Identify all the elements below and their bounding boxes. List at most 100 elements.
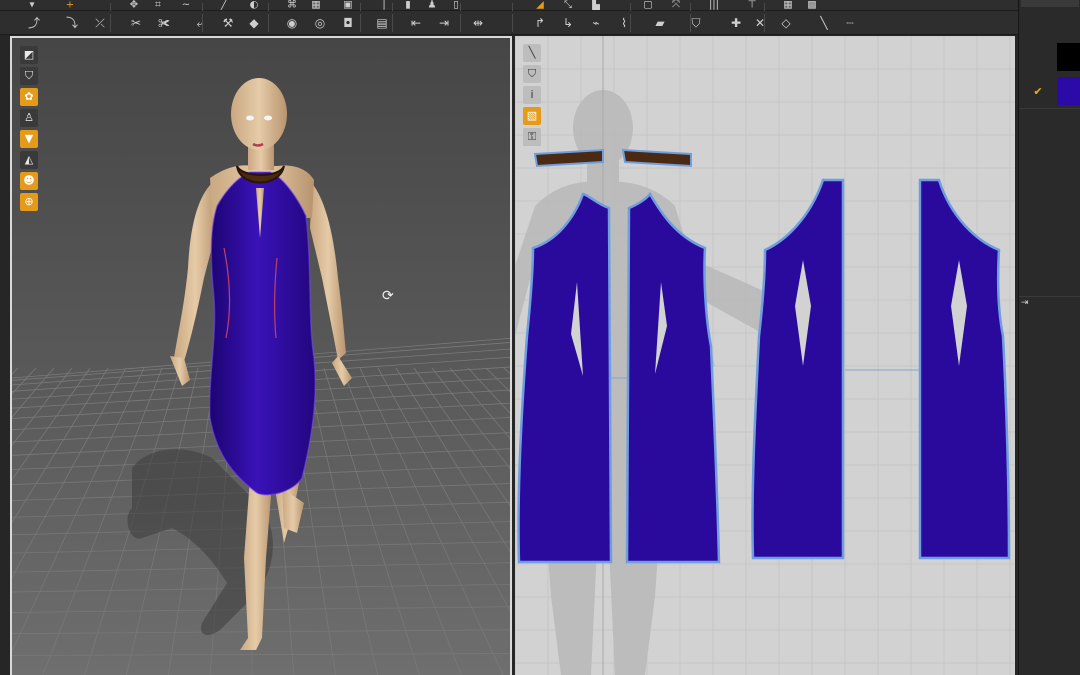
layer-icon[interactable]: ▦ [308, 0, 324, 11]
pattern-front-right[interactable] [625, 191, 721, 564]
toolbar-separator [268, 14, 269, 32]
pose-icon[interactable]: ⤵ [64, 15, 80, 31]
panel-tab[interactable] [1021, 0, 1079, 7]
avatar-head [231, 78, 287, 150]
main-toolbar: ▾ + ✥ ⌗ ~ ╱ ◐ ⌘ ▦ ▣ | ▮ ♟ ▯ ◢ ⤡ ▙ ▢ ⤧ ||| ⊤ ▦ ▩ [0, 0, 1018, 21]
add-point-icon[interactable]: + [62, 0, 78, 11]
avatar-icon[interactable]: ♟ [424, 0, 440, 11]
fabric-color-row[interactable] [1019, 40, 1080, 74]
grid-alt-icon[interactable]: ▩ [804, 0, 820, 11]
avatar-eye-right [264, 115, 272, 121]
tack-icon[interactable]: ⤶ [192, 15, 208, 31]
tack-2d-icon[interactable]: ✕ [752, 15, 768, 31]
pattern-back-left[interactable] [751, 178, 845, 560]
texture-2d-icon[interactable]: ▧ [523, 107, 541, 125]
avatar-arm-right [310, 183, 346, 360]
edit-pattern-icon[interactable]: ╲ [523, 44, 541, 62]
window-icon[interactable]: ▢ [640, 0, 656, 11]
viewport-3d[interactable]: ⟳ ◩ ⛉ ✿ ♙ ▼ ◭ ☻ ⊕ [10, 36, 512, 675]
avatar-eye-left [246, 115, 254, 121]
buttonhole-icon[interactable]: ◎ [312, 15, 328, 31]
toolbar-separator [202, 14, 203, 32]
column-icon[interactable]: ▮ [400, 0, 416, 11]
iron-icon[interactable]: ▰ [652, 15, 668, 31]
garment-view-icon[interactable]: ⛉ [20, 67, 38, 85]
info-icon[interactable]: i [523, 86, 541, 104]
bucket-icon[interactable]: ▙ [588, 0, 604, 11]
toolbar-separator [392, 14, 393, 32]
mirror-pose-icon[interactable]: ⤫ [92, 15, 108, 31]
grid-icon[interactable]: ▦ [780, 0, 796, 11]
pin-icon[interactable]: ▣ [340, 0, 356, 11]
split-icon[interactable]: ⇹ [470, 15, 486, 31]
walk-icon[interactable]: ⤴ [26, 15, 42, 31]
toolbar-separator [460, 14, 461, 32]
cut-icon[interactable]: ✀ [156, 15, 172, 31]
transform-icon[interactable]: ⌗ [150, 0, 166, 11]
lock-shirt-icon[interactable]: ⚿ [523, 128, 541, 146]
line-icon[interactable]: ╲ [816, 15, 832, 31]
panel-divider [1019, 108, 1080, 109]
avatar-view-icon[interactable]: ♙ [20, 109, 38, 127]
measure-view-icon[interactable]: ⊕ [20, 193, 38, 211]
triangle-icon[interactable]: ◢ [532, 0, 548, 11]
pattern-back-right[interactable] [918, 178, 1011, 560]
check-icon: ✔ [1033, 84, 1043, 98]
curve-icon[interactable]: ~ [178, 0, 194, 11]
surface-icon[interactable]: ◭ [20, 151, 38, 169]
select-arrow-icon[interactable]: ▾ [24, 0, 40, 11]
trim-2d-icon[interactable]: ◇ [778, 15, 794, 31]
vertical-icon[interactable]: | [376, 0, 392, 11]
measure-icon[interactable]: ▯ [448, 0, 464, 11]
collapse-arrow-icon[interactable]: ⇥ [1021, 298, 1029, 308]
pattern-window-2d[interactable]: ╲ ⛉ i ▧ ⚿ [515, 36, 1015, 675]
zip-icon[interactable]: ◘ [340, 15, 356, 31]
sewing-2d-icon[interactable]: ⌁ [588, 15, 604, 31]
avatar-head-icon[interactable]: ☻ [20, 172, 38, 190]
color-swatch[interactable] [1057, 77, 1080, 105]
fabric-icon[interactable]: ◆ [246, 15, 262, 31]
sew-icon[interactable]: ⌘ [284, 0, 300, 11]
garment-icon[interactable]: ⚒ [220, 15, 236, 31]
scissors-icon[interactable]: ✂ [128, 15, 144, 31]
pattern-canvas [515, 36, 1015, 675]
rotate-cursor-icon: ⟳ [382, 288, 394, 304]
toolbar-separator [764, 14, 765, 32]
seam-icon[interactable]: ⤧ [668, 0, 684, 11]
scale-icon[interactable]: ⤡ [560, 0, 576, 11]
pattern-front-left[interactable] [517, 192, 613, 564]
viewport-3d-toolbar: ◩ ⛉ ✿ ♙ ▼ ◭ ☻ ⊕ [20, 46, 38, 211]
segment-alt-icon[interactable]: ↳ [560, 15, 576, 31]
secondary-toolbar: ⤴ ⤵ ⤫ ✂ ✀ ⤶ ⚒ ◆ ◉ ◎ ◘ ▤ ⇤ ⇥ ⇹ ↱ ↳ ⌁ ⌇ ▰ ⛉ ✚ ✕ ◇ ╲ ┈ [0, 11, 1018, 35]
display-garment-icon[interactable]: ▼ [20, 130, 38, 148]
dash-icon[interactable]: ┈ [842, 15, 858, 31]
color-swatch[interactable] [1057, 43, 1080, 71]
fold-icon[interactable]: ◐ [246, 0, 262, 11]
toolbar-separator [512, 14, 513, 32]
shaded-view-icon[interactable]: ◩ [20, 46, 38, 64]
pin-2d-icon[interactable]: ✚ [728, 15, 744, 31]
viewport-2d-toolbar: ╲ ⛉ i ▧ ⚿ [523, 44, 541, 146]
bars-icon[interactable]: ||| [706, 0, 722, 11]
toolbar-separator [110, 14, 111, 32]
scene-3d: ⟳ [12, 78, 510, 675]
button-icon[interactable]: ◉ [284, 15, 300, 31]
avatar-dress[interactable] [208, 171, 316, 496]
toolbar-separator [360, 14, 361, 32]
panel-divider [1019, 296, 1080, 297]
pattern-collar-right[interactable] [621, 148, 692, 168]
pattern-shirt-icon[interactable]: ⛉ [523, 65, 541, 83]
avatar-arm-left [174, 183, 217, 368]
texture-view-icon[interactable]: ✿ [20, 88, 38, 106]
trim-icon[interactable]: ⊤ [744, 0, 760, 11]
strip-icon[interactable]: ▤ [374, 15, 390, 31]
fabric-color-row[interactable]: ✔ [1019, 74, 1080, 108]
segment-icon[interactable]: ↱ [532, 15, 548, 31]
arrow-pair-icon[interactable]: ⇤ [408, 15, 424, 31]
pen-icon[interactable]: ╱ [216, 0, 232, 11]
spread-icon[interactable]: ⇥ [436, 15, 452, 31]
move-icon[interactable]: ✥ [126, 0, 142, 11]
object-browser-panel: ✔ ⇥ [1018, 0, 1080, 675]
app-window: ▾ + ✥ ⌗ ~ ╱ ◐ ⌘ ▦ ▣ | ▮ ♟ ▯ ◢ ⤡ ▙ ▢ ⤧ ||| ⊤ ▦ ▩ ⤴ ⤵ ⤫ ✂ ✀ ⤶ ⚒ ◆ ◉ ◎ ◘ ▤ ⇤ ⇥… [0, 0, 1080, 675]
pattern-collar-left[interactable] [533, 148, 604, 168]
